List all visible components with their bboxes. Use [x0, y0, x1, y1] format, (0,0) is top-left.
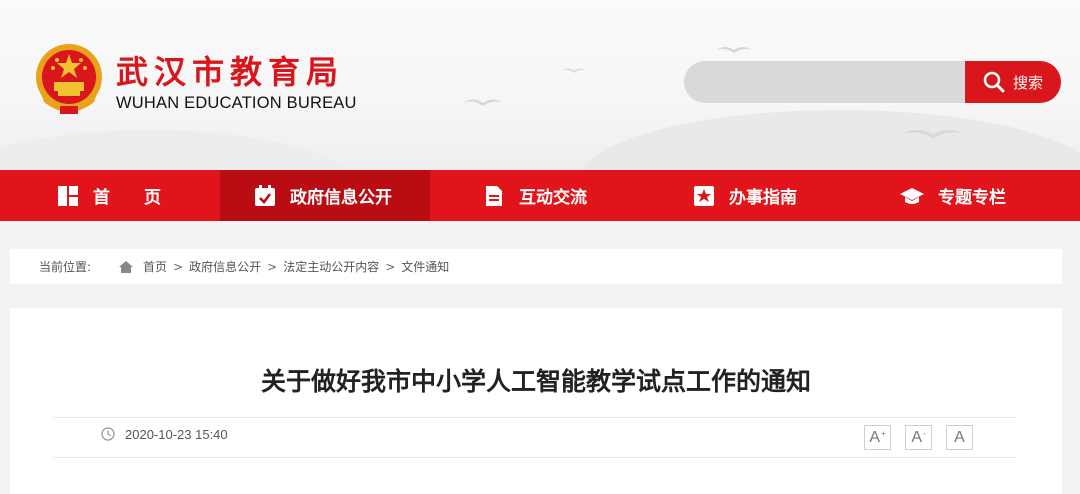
home-icon	[119, 260, 134, 273]
font-decrease-button[interactable]: A-	[905, 425, 932, 450]
search-icon	[983, 71, 1005, 93]
bird-decoration-icon	[562, 68, 586, 73]
article-title: 关于做好我市中小学人工智能教学试点工作的通知	[260, 367, 811, 396]
breadcrumb-gov-info[interactable]: 政府信息公开	[189, 258, 261, 275]
site-header: 武汉市教育局 WUHAN EDUCATION BUREAU 搜索	[0, 0, 1080, 170]
font-increase-button[interactable]: A +	[864, 425, 891, 450]
site-name-en: WUHAN EDUCATION BUREAU	[116, 94, 357, 112]
main-nav: 首 页 政府信息公开 互动交流 办事指南 专题专栏	[0, 170, 1080, 221]
article: 关于做好我市中小学人工智能教学试点工作的通知 2020-10-23 15:40 …	[10, 308, 1062, 494]
nav-item-gov-info[interactable]: 政府信息公开	[220, 170, 430, 221]
nav-item-label: 互动交流	[519, 188, 587, 208]
graduation-cap-icon	[900, 187, 924, 204]
breadcrumb-lead: 当前位置:	[39, 260, 92, 274]
nav-item-special-topics[interactable]: 专题专栏	[900, 170, 1006, 221]
clock-icon	[101, 427, 115, 441]
breadcrumb-file-notices[interactable]: 文件通知	[401, 258, 449, 275]
nav-item-label: 政府信息公开	[290, 188, 392, 208]
breadcrumb-home[interactable]: 首页	[143, 258, 167, 275]
divider	[53, 457, 1017, 458]
bird-decoration-icon	[716, 47, 752, 53]
breadcrumb-separator: >	[267, 259, 278, 274]
calendar-check-icon	[255, 184, 275, 206]
search-input[interactable]	[684, 61, 966, 103]
search-button[interactable]: 搜索	[965, 61, 1061, 103]
background-hill	[580, 110, 1080, 170]
breadcrumb-statutory-content[interactable]: 法定主动公开内容	[283, 258, 379, 275]
font-reset-button[interactable]: A	[946, 425, 973, 450]
home-grid-icon	[58, 185, 78, 206]
breadcrumb-separator: >	[385, 259, 396, 274]
national-emblem-icon	[36, 44, 102, 114]
nav-item-label: 专题专栏	[938, 188, 1006, 208]
breadcrumb-separator: >	[173, 259, 184, 274]
search-button-label: 搜索	[1012, 73, 1043, 92]
nav-item-interaction[interactable]: 互动交流	[483, 170, 587, 221]
breadcrumb: 当前位置: 首页 > 政府信息公开 > 法定主动公开内容 > 文件通知	[10, 249, 1062, 284]
background-hill	[0, 130, 360, 170]
bird-decoration-icon	[902, 130, 964, 138]
bird-decoration-icon	[463, 99, 503, 106]
document-icon	[486, 185, 502, 206]
divider	[53, 417, 1017, 418]
article-date: 2020-10-23 15:40	[125, 427, 228, 442]
star-bookmark-icon	[694, 185, 714, 206]
nav-item-label: 办事指南	[729, 188, 797, 208]
nav-item-service-guide[interactable]: 办事指南	[693, 170, 797, 221]
site-name-cn: 武汉市教育局	[116, 53, 345, 91]
nav-item-home[interactable]: 首 页	[57, 170, 161, 221]
nav-item-label: 首 页	[93, 188, 161, 208]
